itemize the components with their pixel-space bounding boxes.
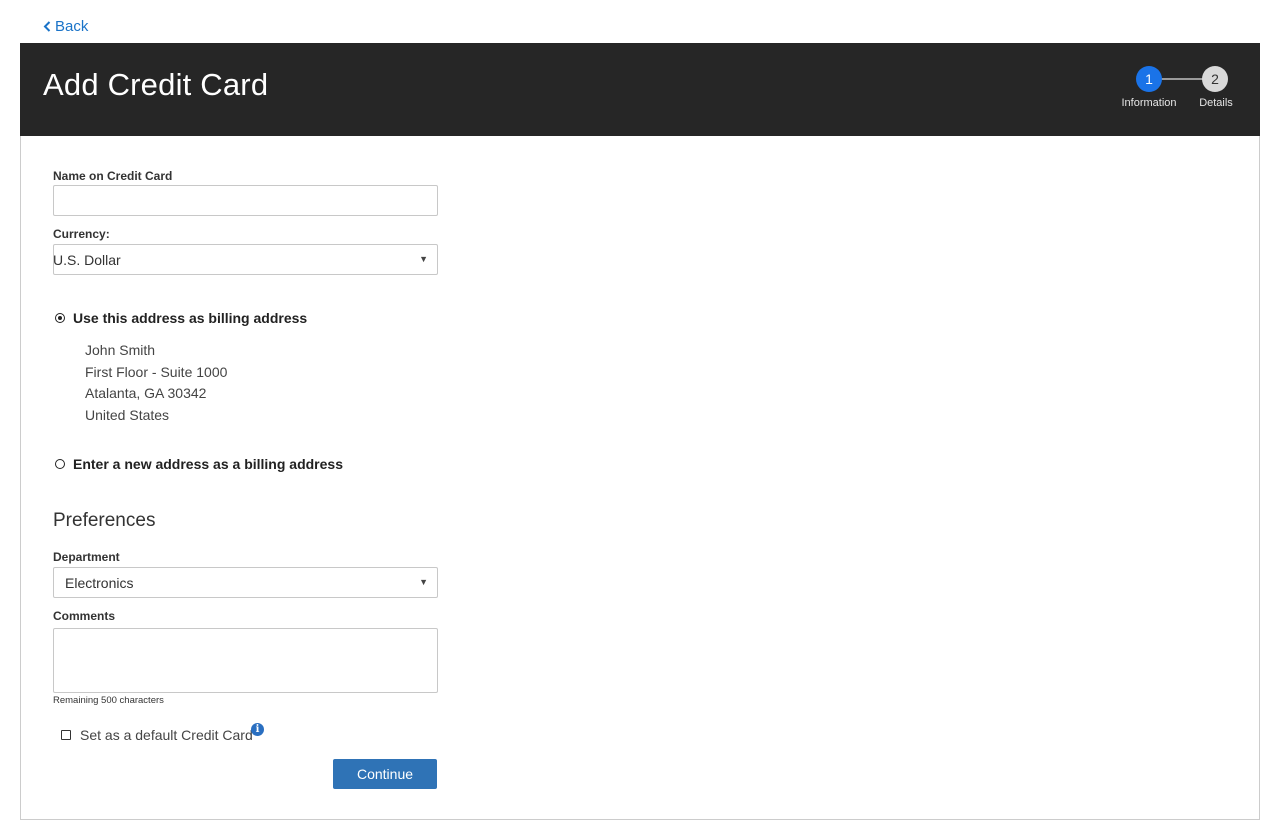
chevron-down-icon: ▼ [419, 254, 428, 264]
form-panel: Name on Credit Card Currency: U.S. Dolla… [20, 136, 1260, 820]
radio-unchecked-icon[interactable] [55, 459, 65, 469]
back-link[interactable]: Back [43, 18, 88, 35]
billing-existing-label: Use this address as billing address [73, 310, 308, 326]
character-counter: Remaining 500 characters [53, 695, 164, 706]
default-card-label: Set as a default Credit Card [80, 727, 253, 743]
chevron-down-icon: ▼ [419, 577, 428, 587]
step-2-indicator: 2 [1202, 66, 1228, 92]
preferences-heading: Preferences [53, 510, 156, 531]
currency-label: Currency: [53, 227, 110, 241]
department-label: Department [53, 550, 120, 564]
billing-new-option[interactable]: Enter a new address as a billing address [55, 456, 343, 472]
comments-textarea[interactable] [53, 628, 438, 693]
address-line: Atalanta, GA 30342 [85, 385, 207, 401]
address-line: United States [85, 406, 170, 423]
address-line: First Floor - Suite 1000 [85, 363, 228, 380]
address-line: John Smith [85, 342, 156, 358]
checkbox-unchecked-icon[interactable] [61, 730, 71, 740]
department-selected-value: Electronics [65, 575, 134, 591]
step-1-indicator: 1 [1136, 66, 1162, 92]
step-1-label: Information [1121, 97, 1177, 109]
name-label: Name on Credit Card [53, 169, 173, 183]
continue-button[interactable]: Continue [333, 759, 437, 789]
page-title: Add Credit Card [43, 67, 269, 102]
chevron-left-icon [43, 21, 51, 32]
comments-label: Comments [53, 609, 116, 623]
back-label: Back [55, 18, 89, 35]
step-2-label: Details [1199, 97, 1233, 109]
billing-new-label: Enter a new address as a billing address [73, 456, 343, 472]
currency-selected-value: U.S. Dollar [53, 252, 121, 268]
name-on-card-input[interactable] [53, 185, 438, 216]
page-header: Add Credit Card 1 2 Information Details [20, 43, 1260, 136]
billing-address-block: John Smith First Floor - Suite 1000 Atal… [85, 340, 227, 426]
currency-select[interactable]: U.S. Dollar ▼ [53, 244, 438, 275]
default-card-option[interactable]: Set as a default Credit Card [61, 727, 253, 743]
department-select[interactable]: Electronics ▼ [53, 567, 438, 598]
radio-checked-icon[interactable] [55, 313, 65, 323]
info-icon[interactable]: i [251, 723, 264, 736]
billing-existing-option[interactable]: Use this address as billing address [55, 310, 307, 326]
progress-stepper: 1 2 Information Details [1098, 66, 1238, 116]
